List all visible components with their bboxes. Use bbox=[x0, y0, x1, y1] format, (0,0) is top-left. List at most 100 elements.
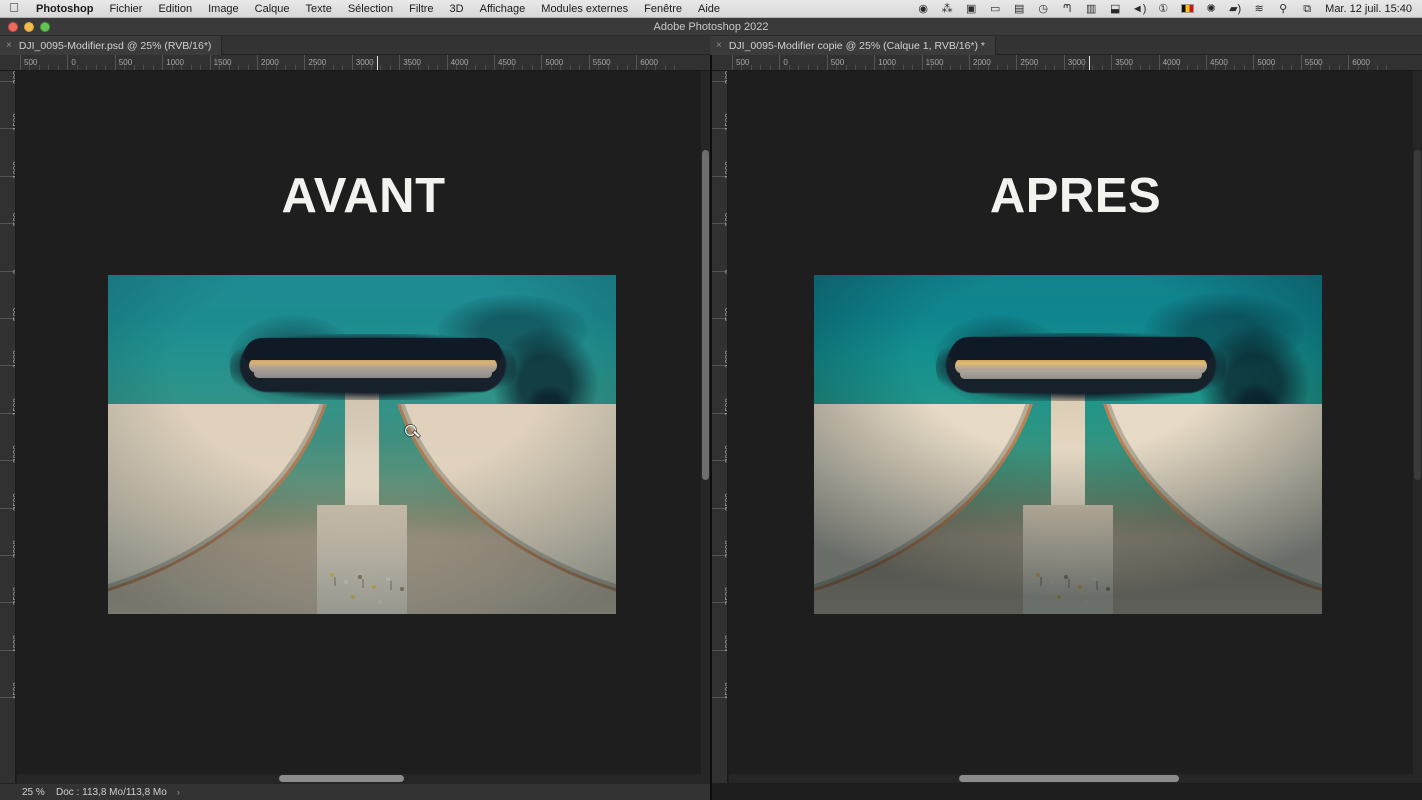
ruler-minor-tick bbox=[1291, 65, 1293, 70]
ruler-minor-tick bbox=[950, 65, 952, 70]
vertical-ruler[interactable]: 2000150010005000500100015002000250030003… bbox=[0, 71, 16, 783]
ruler-minor-tick bbox=[219, 65, 221, 70]
canvas-apres[interactable]: APRES bbox=[729, 72, 1422, 783]
ruler-minor-tick bbox=[655, 65, 657, 70]
menu-item-aide[interactable]: Aide bbox=[690, 0, 728, 18]
vertical-scroll-thumb[interactable] bbox=[702, 150, 709, 480]
ruler-minor-tick bbox=[143, 65, 145, 70]
binoculars-icon[interactable]: ᘉ bbox=[1055, 0, 1079, 18]
vertical-scroll-thumb[interactable] bbox=[1414, 150, 1421, 480]
vertical-scrollbar[interactable] bbox=[701, 71, 710, 783]
vertical-scrollbar[interactable] bbox=[1413, 71, 1422, 783]
ruler-tick: 4500 bbox=[0, 682, 15, 744]
ruler-minor-tick bbox=[1054, 65, 1056, 70]
menu-item-fenetre[interactable]: Fenêtre bbox=[636, 0, 690, 18]
ruler-minor-tick bbox=[275, 65, 277, 70]
bluetooth-icon[interactable]: ✺ bbox=[1199, 0, 1223, 18]
horizontal-scroll-thumb[interactable] bbox=[279, 775, 404, 782]
airplay-icon[interactable]: ⬓ bbox=[1103, 0, 1127, 18]
wifi-icon[interactable]: ≋ bbox=[1247, 0, 1271, 18]
vertical-ruler[interactable]: 2000150010005000500100015002000250030003… bbox=[712, 71, 728, 783]
ruler-minor-tick bbox=[1035, 65, 1037, 70]
window-layout-icon[interactable]: ▥ bbox=[1079, 0, 1103, 18]
menu-item-photoshop[interactable]: Photoshop bbox=[28, 0, 101, 18]
ruler-minor-tick bbox=[674, 65, 676, 70]
ruler-minor-tick bbox=[1092, 65, 1094, 70]
horizontal-scrollbar[interactable] bbox=[729, 774, 1413, 783]
menu-item-filtre[interactable]: Filtre bbox=[401, 0, 441, 18]
ruler-minor-tick bbox=[760, 65, 762, 70]
horizontal-scroll-thumb[interactable] bbox=[959, 775, 1179, 782]
menu-item-texte[interactable]: Texte bbox=[298, 0, 340, 18]
document-tab-avant[interactable]: × DJI_0095-Modifier.psd @ 25% (RVB/16*) bbox=[0, 36, 223, 55]
ruler-minor-tick bbox=[1386, 65, 1388, 70]
photo-apres bbox=[814, 275, 1322, 614]
ruler-minor-tick bbox=[1025, 65, 1027, 70]
ruler-minor-tick bbox=[750, 65, 752, 70]
ruler-minor-tick bbox=[1262, 65, 1264, 70]
ruler-minor-tick bbox=[931, 65, 933, 70]
photo-avant bbox=[108, 275, 616, 614]
horizontal-scrollbar[interactable] bbox=[17, 774, 701, 783]
ruler-minor-tick bbox=[579, 65, 581, 70]
status-expand-arrow[interactable]: › bbox=[177, 787, 180, 797]
ruler-minor-tick bbox=[522, 65, 524, 70]
close-icon[interactable]: × bbox=[6, 40, 12, 51]
clipboard-icon[interactable]: ▤ bbox=[1007, 0, 1031, 18]
horizontal-ruler[interactable]: 500 0 500 1000 1500 2000 2500 3000 3500 4000 4500 5… bbox=[0, 55, 710, 71]
ruler-minor-tick bbox=[38, 65, 40, 70]
ruler-minor-tick bbox=[817, 65, 819, 70]
ruler-minor-tick bbox=[76, 65, 78, 70]
adobe-cc-icon[interactable]: ⁂ bbox=[935, 0, 959, 18]
belgium-flag-icon[interactable] bbox=[1175, 0, 1199, 18]
document-tab-bar: × DJI_0095-Modifier.psd @ 25% (RVB/16*) … bbox=[0, 36, 1422, 55]
zoom-level-avant[interactable]: 25 % bbox=[0, 787, 56, 798]
photo-vignette bbox=[814, 275, 1322, 614]
display-mirror-icon[interactable]: ▭ bbox=[983, 0, 1007, 18]
ruler-minor-tick bbox=[1224, 65, 1226, 70]
spotlight-search-icon[interactable]: ⚲ bbox=[1271, 0, 1295, 18]
document-tab-label: DJI_0095-Modifier copie @ 25% (Calque 1,… bbox=[728, 39, 986, 52]
close-window-button[interactable] bbox=[8, 22, 18, 32]
dropbox-icon[interactable]: ◉ bbox=[911, 0, 935, 18]
ruler-minor-tick bbox=[1376, 65, 1378, 70]
ruler-minor-tick bbox=[560, 65, 562, 70]
ruler-minor-tick bbox=[332, 65, 334, 70]
menu-item-selection[interactable]: Sélection bbox=[340, 0, 401, 18]
control-center-icon[interactable]: ⧉ bbox=[1295, 0, 1319, 18]
ruler-minor-tick bbox=[845, 65, 847, 70]
ruler-minor-tick bbox=[883, 65, 885, 70]
horizontal-ruler[interactable]: 500 0 500 1000 1500 2000 2500 3000 3500 4000 4500 5… bbox=[712, 55, 1422, 71]
cloud-icon[interactable]: ① bbox=[1151, 0, 1175, 18]
close-icon[interactable]: × bbox=[716, 40, 722, 51]
ruler-minor-tick bbox=[987, 65, 989, 70]
ruler-minor-tick bbox=[200, 65, 202, 70]
ruler-position-marker bbox=[1088, 56, 1090, 70]
battery-icon[interactable]: ▰) bbox=[1223, 0, 1247, 18]
menu-item-calque[interactable]: Calque bbox=[247, 0, 298, 18]
menu-item-image[interactable]: Image bbox=[200, 0, 247, 18]
screen-record-icon[interactable]: ▣ bbox=[959, 0, 983, 18]
canvas-avant[interactable]: AVANT bbox=[17, 72, 710, 783]
ruler-minor-tick bbox=[418, 65, 420, 70]
menu-item-modules-externes[interactable]: Modules externes bbox=[533, 0, 636, 18]
menu-bar-clock[interactable]: Mar. 12 juil. 15:40 bbox=[1319, 3, 1416, 15]
document-tab-apres[interactable]: × DJI_0095-Modifier copie @ 25% (Calque … bbox=[710, 36, 997, 55]
menu-item-fichier[interactable]: Fichier bbox=[101, 0, 150, 18]
menu-item-3d[interactable]: 3D bbox=[442, 0, 472, 18]
ruler-minor-tick bbox=[1357, 65, 1359, 70]
menu-item-edition[interactable]: Edition bbox=[150, 0, 200, 18]
zoom-window-button[interactable] bbox=[40, 22, 50, 32]
ruler-minor-tick bbox=[190, 65, 192, 70]
ruler-minor-tick bbox=[133, 65, 135, 70]
apple-icon[interactable]:  bbox=[0, 1, 28, 16]
menu-item-affichage[interactable]: Affichage bbox=[472, 0, 534, 18]
ruler-minor-tick bbox=[323, 65, 325, 70]
ruler-minor-tick bbox=[1319, 65, 1321, 70]
volume-icon[interactable]: ◄) bbox=[1127, 0, 1151, 18]
timemachine-icon[interactable]: ◷ bbox=[1031, 0, 1055, 18]
ruler-minor-tick bbox=[370, 65, 372, 70]
ruler-minor-tick bbox=[531, 65, 533, 70]
minimize-window-button[interactable] bbox=[24, 22, 34, 32]
ruler-minor-tick bbox=[807, 65, 809, 70]
